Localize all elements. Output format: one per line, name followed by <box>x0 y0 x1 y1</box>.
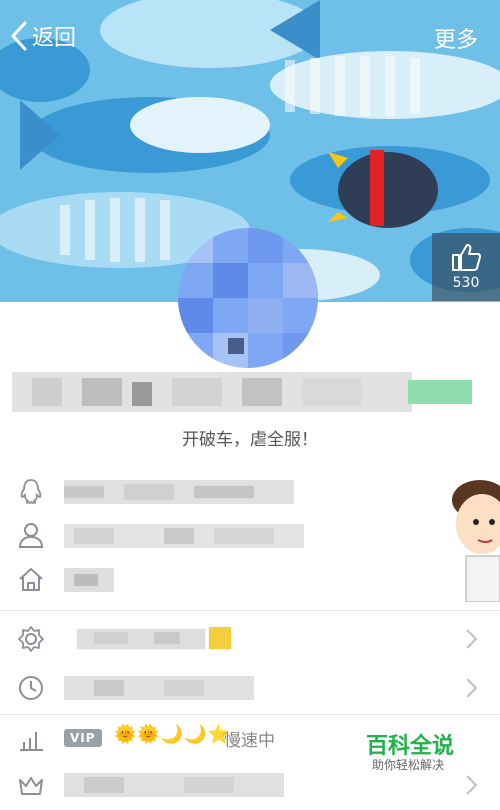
profile-info-blurred <box>64 524 304 548</box>
vip-badge: VIP <box>64 729 102 747</box>
chevron-right-icon <box>466 629 478 649</box>
vip-status-text: 慢速中 <box>224 731 275 751</box>
chevron-right-icon <box>466 678 478 698</box>
home-icon <box>19 568 43 591</box>
clock-icon <box>19 676 43 700</box>
more-button[interactable]: 更多 <box>434 22 478 54</box>
thumbs-up-icon <box>452 244 481 271</box>
back-label: 返回 <box>32 26 77 51</box>
location-blurred <box>64 568 114 592</box>
chevron-left-icon <box>11 21 27 51</box>
cartoon-boy-icon <box>436 478 500 603</box>
more-info-blurred <box>64 773 284 797</box>
watermark-subtitle: 助你轻松解决 <box>372 758 445 772</box>
signature-text: 开破车，虐全服！ <box>182 430 318 450</box>
top-bar: 返回 更多 <box>0 0 500 72</box>
bar-chart-icon <box>20 732 43 751</box>
history-blurred <box>64 676 254 700</box>
nickname-blurred <box>12 372 474 412</box>
qq-number-blurred <box>64 480 294 504</box>
list-row-history[interactable] <box>0 663 500 713</box>
vip-level-icons: 🌞🌞🌙🌙⭐ <box>114 724 232 745</box>
list-row-achievements[interactable] <box>0 614 500 664</box>
like-count: 530 <box>452 275 480 291</box>
achievements-blurred <box>76 627 232 650</box>
avatar-mosaic <box>178 228 318 368</box>
chevron-right-icon <box>466 775 478 795</box>
avatar[interactable] <box>178 228 318 368</box>
gear-icon <box>18 626 44 652</box>
back-button[interactable]: 返回 <box>10 18 76 54</box>
like-button[interactable]: 530 <box>432 233 500 301</box>
info-row-qq <box>0 470 500 512</box>
info-row-location <box>0 558 500 600</box>
section-divider <box>0 610 500 611</box>
crown-icon <box>19 777 43 795</box>
info-row-profile <box>0 514 500 556</box>
user-icon <box>18 523 44 548</box>
qq-penguin-icon <box>20 479 42 504</box>
